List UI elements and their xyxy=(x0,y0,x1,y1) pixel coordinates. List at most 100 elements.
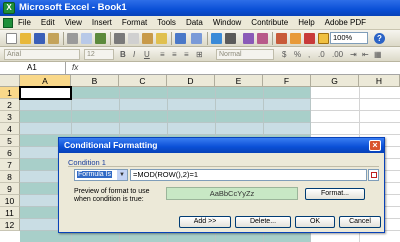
column-header-a[interactable]: A xyxy=(20,75,71,87)
row-header-7[interactable]: 7 xyxy=(0,159,20,171)
new-icon[interactable] xyxy=(6,33,17,44)
menu-view[interactable]: View xyxy=(65,17,82,29)
row-header-10[interactable]: 10 xyxy=(0,195,20,207)
column-header-b[interactable]: B xyxy=(71,75,119,87)
condition-type-select[interactable]: Formula Is ▼ xyxy=(74,169,128,181)
select-all-corner[interactable] xyxy=(0,75,20,87)
menu-help[interactable]: Help xyxy=(298,17,314,29)
grid-row-4[interactable] xyxy=(20,123,310,135)
menu-bar: File Edit View Insert Format Tools Data … xyxy=(0,16,400,30)
autosum-icon[interactable] xyxy=(225,33,236,44)
underline-icon[interactable]: U xyxy=(144,49,150,60)
dialog-title: Conditional Formatting xyxy=(59,138,384,153)
spelling-icon[interactable] xyxy=(95,33,106,44)
pdf-icon[interactable] xyxy=(304,33,315,44)
menu-insert[interactable]: Insert xyxy=(92,17,112,29)
save-icon[interactable] xyxy=(34,33,45,44)
column-header-g[interactable]: G xyxy=(311,75,359,87)
title-bar: X Microsoft Excel - Book1 xyxy=(0,0,400,16)
column-header-e[interactable]: E xyxy=(215,75,263,87)
grid-row-2[interactable] xyxy=(20,99,310,111)
increase-decimal-icon[interactable]: .0 xyxy=(318,49,325,60)
ok-button[interactable]: OK xyxy=(295,216,335,228)
decrease-indent-icon[interactable]: ⇤ xyxy=(362,49,369,60)
row-header-4[interactable]: 4 xyxy=(0,123,20,135)
menu-tools[interactable]: Tools xyxy=(157,17,176,29)
column-header-c[interactable]: C xyxy=(119,75,167,87)
column-header-h[interactable]: H xyxy=(359,75,400,87)
excel-app-icon: X xyxy=(3,2,15,14)
collapse-dialog-icon[interactable] xyxy=(368,169,379,181)
row-header-8[interactable]: 8 xyxy=(0,171,20,183)
paste-icon[interactable] xyxy=(142,33,153,44)
add-button[interactable]: Add >> xyxy=(179,216,231,228)
column-header-f[interactable]: F xyxy=(263,75,311,87)
name-box[interactable]: A1 xyxy=(0,62,66,74)
print-icon[interactable] xyxy=(67,33,78,44)
style-select[interactable]: Normal xyxy=(216,49,274,60)
active-cell-a1[interactable] xyxy=(19,86,72,100)
row-header-2[interactable]: 2 xyxy=(0,99,20,111)
delete-button[interactable]: Delete... xyxy=(235,216,291,228)
align-center-icon[interactable]: ≡ xyxy=(172,49,177,60)
decrease-decimal-icon[interactable]: .00 xyxy=(332,49,343,60)
row-header-5[interactable]: 5 xyxy=(0,135,20,147)
macro-icon[interactable] xyxy=(318,33,329,44)
redo-icon[interactable] xyxy=(191,33,202,44)
sort-ascending-icon[interactable] xyxy=(243,33,254,44)
workbook-icon[interactable] xyxy=(3,18,13,28)
row-header-9[interactable]: 9 xyxy=(0,183,20,195)
comma-style-icon[interactable]: , xyxy=(308,49,310,60)
font-select[interactable]: Arial xyxy=(4,49,80,60)
conditional-formatting-dialog: Conditional Formatting × Condition 1 For… xyxy=(58,137,385,233)
chart-wizard-icon[interactable] xyxy=(276,33,287,44)
percent-icon[interactable]: % xyxy=(294,49,301,60)
menu-contribute[interactable]: Contribute xyxy=(251,17,288,29)
row-header-11[interactable]: 11 xyxy=(0,207,20,219)
undo-icon[interactable] xyxy=(175,33,186,44)
row-header-3[interactable]: 3 xyxy=(0,111,20,123)
column-header-d[interactable]: D xyxy=(167,75,215,87)
currency-icon[interactable]: $ xyxy=(282,49,286,60)
menu-edit[interactable]: Edit xyxy=(41,17,55,29)
permission-icon[interactable] xyxy=(48,33,59,44)
increase-indent-icon[interactable]: ⇥ xyxy=(350,49,357,60)
row-header-1[interactable]: 1 xyxy=(0,87,20,99)
row-header-12[interactable]: 12 xyxy=(0,219,20,231)
sort-descending-icon[interactable] xyxy=(257,33,268,44)
menu-format[interactable]: Format xyxy=(122,17,147,29)
row-header-6[interactable]: 6 xyxy=(0,147,20,159)
align-right-icon[interactable]: ≡ xyxy=(184,49,189,60)
formatting-toolbar: Arial 12 B I U ≡ ≡ ≡ ⊞ Normal $ % , .0 .… xyxy=(0,47,400,62)
bold-icon[interactable]: B xyxy=(120,49,126,60)
menu-data[interactable]: Data xyxy=(186,17,203,29)
grid-row-3[interactable] xyxy=(20,111,310,123)
menu-adobe-pdf[interactable]: Adobe PDF xyxy=(325,17,366,29)
close-icon[interactable]: × xyxy=(369,140,381,151)
standard-toolbar: 100% ? xyxy=(0,30,400,47)
menu-file[interactable]: File xyxy=(18,17,31,29)
open-icon[interactable] xyxy=(20,33,31,44)
print-preview-icon[interactable] xyxy=(81,33,92,44)
condition-type-value: Formula Is xyxy=(77,171,113,178)
menu-window[interactable]: Window xyxy=(213,17,241,29)
italic-icon[interactable]: I xyxy=(133,49,135,60)
merge-center-icon[interactable]: ⊞ xyxy=(196,49,203,60)
cancel-button[interactable]: Cancel xyxy=(339,216,381,228)
zoom-select[interactable]: 100% xyxy=(330,32,368,44)
font-size-select[interactable]: 12 xyxy=(84,49,114,60)
help-icon[interactable]: ? xyxy=(374,33,385,44)
borders-icon[interactable]: ▦ xyxy=(374,49,382,60)
chevron-down-icon[interactable]: ▼ xyxy=(117,170,127,180)
copy-icon[interactable] xyxy=(128,33,139,44)
align-left-icon[interactable]: ≡ xyxy=(160,49,165,60)
format-painter-icon[interactable] xyxy=(156,33,167,44)
fx-icon[interactable]: fx xyxy=(72,62,78,74)
group-divider xyxy=(68,166,379,167)
drawing-icon[interactable] xyxy=(290,33,301,44)
format-button[interactable]: Format... xyxy=(305,188,365,200)
formula-bar: A1 fx xyxy=(0,62,400,75)
formula-input[interactable]: =MOD(ROW(),2)=1 xyxy=(130,169,367,181)
cut-icon[interactable] xyxy=(114,33,125,44)
hyperlink-icon[interactable] xyxy=(211,33,222,44)
